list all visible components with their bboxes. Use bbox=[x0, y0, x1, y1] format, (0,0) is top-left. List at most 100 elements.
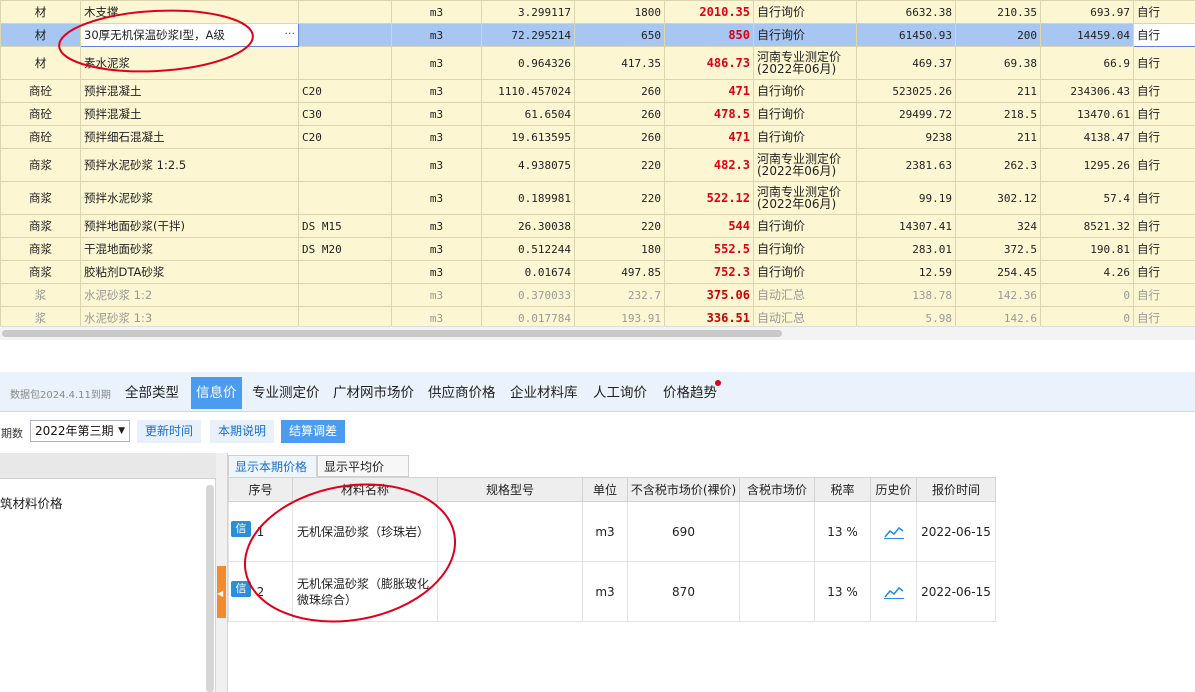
tax-source: 自行 bbox=[1133, 125, 1195, 149]
panel-splitter[interactable]: ◀ bbox=[216, 453, 228, 692]
amount: 138.78 bbox=[856, 283, 956, 307]
material-spec bbox=[298, 0, 392, 24]
tab-supplier-price[interactable]: 供应商价格 bbox=[423, 377, 501, 409]
table-header-row: 序号 材料名称 规格型号 单位 不含税市场价(裸价) 含税市场价 税率 历史价 … bbox=[228, 477, 996, 502]
material-row[interactable]: 浆水泥砂浆 1:3 m3 0.017784 193.91 336.51 自动汇总 5.98 1… bbox=[0, 306, 1195, 326]
quantity: 0.01674 bbox=[481, 260, 575, 284]
trend-chart-icon[interactable] bbox=[883, 525, 904, 539]
price-inc-tax bbox=[739, 501, 815, 562]
material-name[interactable]: 预拌水泥砂浆 bbox=[80, 181, 299, 215]
material-spec bbox=[437, 501, 583, 562]
material-type: 浆 bbox=[0, 306, 81, 326]
period-select[interactable]: 2022年第三期 ▼ bbox=[30, 420, 130, 442]
notification-dot bbox=[715, 380, 721, 386]
material-name[interactable]: 预拌混凝土 bbox=[80, 102, 299, 126]
base-price: 260 bbox=[574, 125, 665, 149]
more-options-icon[interactable]: ··· bbox=[285, 27, 296, 40]
tab-professional-price[interactable]: 专业测定价 bbox=[247, 377, 325, 409]
quote-date: 2022-06-15 bbox=[916, 561, 996, 622]
price-source: 自行询价 bbox=[753, 237, 857, 261]
tab-price-trend[interactable]: 价格趋势 bbox=[658, 377, 722, 409]
price-source: 自行询价 bbox=[753, 260, 857, 284]
market-price: 471 bbox=[664, 79, 754, 103]
material-name[interactable]: 预拌细石混凝土 bbox=[80, 125, 299, 149]
material-row[interactable]: 材素水泥浆 m3 0.964326 417.35 486.73 河南专业测定价(2022年… bbox=[0, 46, 1195, 80]
material-name[interactable]: 水泥砂浆 1:2 bbox=[80, 283, 299, 307]
tree-item-building-materials[interactable]: 筑材料价格 bbox=[0, 493, 63, 512]
price-diff: 372.5 bbox=[955, 237, 1041, 261]
material-unit: m3 bbox=[391, 181, 482, 215]
material-row[interactable]: 商浆 胶粘剂DTA砂浆 m3 0.01674 497.85 752.3 自行询价 12.59 2… bbox=[0, 260, 1195, 284]
amount: 29499.72 bbox=[856, 102, 956, 126]
material-name[interactable]: 胶粘剂DTA砂浆 bbox=[80, 260, 299, 284]
material-spec bbox=[298, 283, 392, 307]
material-unit: m3 bbox=[391, 0, 482, 24]
quantity: 72.295214 bbox=[481, 23, 575, 47]
price-diff: 210.35 bbox=[955, 0, 1041, 24]
vertical-scrollbar[interactable] bbox=[206, 485, 214, 692]
amount: 5.98 bbox=[856, 306, 956, 326]
diff-amount: 693.97 bbox=[1040, 0, 1134, 24]
tab-manual-inquiry[interactable]: 人工询价 bbox=[588, 377, 652, 409]
tab-market-price[interactable]: 广材网市场价 bbox=[328, 377, 419, 409]
quantity: 26.30038 bbox=[481, 214, 575, 238]
material-name[interactable]: 水泥砂浆 1:3 bbox=[80, 306, 299, 326]
material-unit: m3 bbox=[391, 306, 482, 326]
tax-source: 自行 bbox=[1133, 237, 1195, 261]
material-type: 商浆 bbox=[0, 181, 81, 215]
scrollbar-thumb[interactable] bbox=[2, 330, 782, 337]
col-header-tax-rate: 税率 bbox=[814, 477, 871, 502]
category-tree-panel: 筑材料价格 bbox=[0, 453, 216, 692]
material-row[interactable]: 商砼 预拌混凝土 C20 m3 1110.457024 260 471 自行询价 523025.… bbox=[0, 79, 1195, 103]
tab-enterprise-library[interactable]: 企业材料库 bbox=[505, 377, 583, 409]
material-name[interactable]: 30厚无机保温砂浆I型，A级 ··· bbox=[80, 23, 299, 47]
market-price: 752.3 bbox=[664, 260, 754, 284]
material-row[interactable]: 商浆 干混地面砂浆 DS M20 m3 0.512244 180 552.5 自行询价 283.… bbox=[0, 237, 1195, 261]
tab-info-price[interactable]: 信息价 bbox=[191, 377, 242, 409]
base-price: 260 bbox=[574, 79, 665, 103]
base-price: 180 bbox=[574, 237, 665, 261]
tab-current-price[interactable]: 显示本期价格 bbox=[228, 455, 317, 477]
material-type: 商浆 bbox=[0, 260, 81, 284]
material-type: 商浆 bbox=[0, 237, 81, 261]
price-diff: 218.5 bbox=[955, 102, 1041, 126]
amount: 9238 bbox=[856, 125, 956, 149]
tax-source: 自行 bbox=[1133, 0, 1195, 24]
price-diff: 211 bbox=[955, 79, 1041, 103]
trend-chart-icon[interactable] bbox=[883, 585, 904, 599]
amount: 14307.41 bbox=[856, 214, 956, 238]
price-diff: 302.12 bbox=[955, 181, 1041, 215]
horizontal-scrollbar[interactable] bbox=[0, 326, 1195, 340]
tab-all-types[interactable]: 全部类型 bbox=[120, 377, 184, 409]
material-row[interactable]: 材木支撑 m3 3.299117 1800 2010.35 自行询价 6632.38 210.… bbox=[0, 0, 1195, 24]
material-spec: DS M15 bbox=[298, 214, 392, 238]
material-unit: m3 bbox=[391, 237, 482, 261]
material-row[interactable]: 商浆 预拌水泥砂浆 m3 0.189981 220 522.12 河南专业测定价(2022年… bbox=[0, 181, 1195, 215]
table-row[interactable]: 信 2 无机保温砂浆（膨胀玻化微珠综合） m3 870 13 % 2022-06… bbox=[228, 561, 996, 622]
price-source: 河南专业测定价(2022年06月) bbox=[753, 46, 857, 80]
material-name[interactable]: 预拌混凝土 bbox=[80, 79, 299, 103]
material-unit: m3 bbox=[391, 283, 482, 307]
material-row[interactable]: 商浆 预拌地面砂浆(干拌) DS M15 m3 26.30038 220 544 自行询价 14… bbox=[0, 214, 1195, 238]
material-name[interactable]: 木支撑 bbox=[80, 0, 299, 24]
material-name[interactable]: 素水泥浆 bbox=[80, 46, 299, 80]
tax-source: 自行 bbox=[1133, 23, 1195, 47]
table-row[interactable]: 信 1 无机保温砂浆（珍珠岩） m3 690 13 % 2022-06-15 bbox=[228, 501, 996, 562]
period-description-button[interactable]: 本期说明 bbox=[210, 420, 275, 443]
material-row[interactable]: 商浆 预拌水泥砂浆 1:2.5 m3 4.938075 220 482.3 河南专业测定价(… bbox=[0, 148, 1195, 182]
material-row[interactable]: 浆水泥砂浆 1:2 m3 0.370033 232.7 375.06 自动汇总 138.78… bbox=[0, 283, 1195, 307]
quantity: 0.964326 bbox=[481, 46, 575, 80]
material-row[interactable]: 商砼 预拌细石混凝土 C20 m3 19.613595 260 471 自行询价 9238 211… bbox=[0, 125, 1195, 149]
material-spec bbox=[298, 148, 392, 182]
material-row[interactable]: 材 30厚无机保温砂浆I型，A级 ··· m3 72.295214 650 850 自行询价 6… bbox=[0, 23, 1195, 47]
settlement-adjust-button[interactable]: 结算调差 bbox=[281, 420, 346, 443]
material-name[interactable]: 预拌水泥砂浆 1:2.5 bbox=[80, 148, 299, 182]
update-time-button[interactable]: 更新时间 bbox=[137, 420, 202, 443]
diff-amount: 190.81 bbox=[1040, 237, 1134, 261]
tab-average-price[interactable]: 显示平均价 bbox=[317, 455, 409, 477]
material-name[interactable]: 干混地面砂浆 bbox=[80, 237, 299, 261]
material-name[interactable]: 预拌地面砂浆(干拌) bbox=[80, 214, 299, 238]
history-cell bbox=[870, 501, 917, 562]
base-price: 220 bbox=[574, 181, 665, 215]
material-row[interactable]: 商砼 预拌混凝土 C30 m3 61.6504 260 478.5 自行询价 29499.72 2… bbox=[0, 102, 1195, 126]
